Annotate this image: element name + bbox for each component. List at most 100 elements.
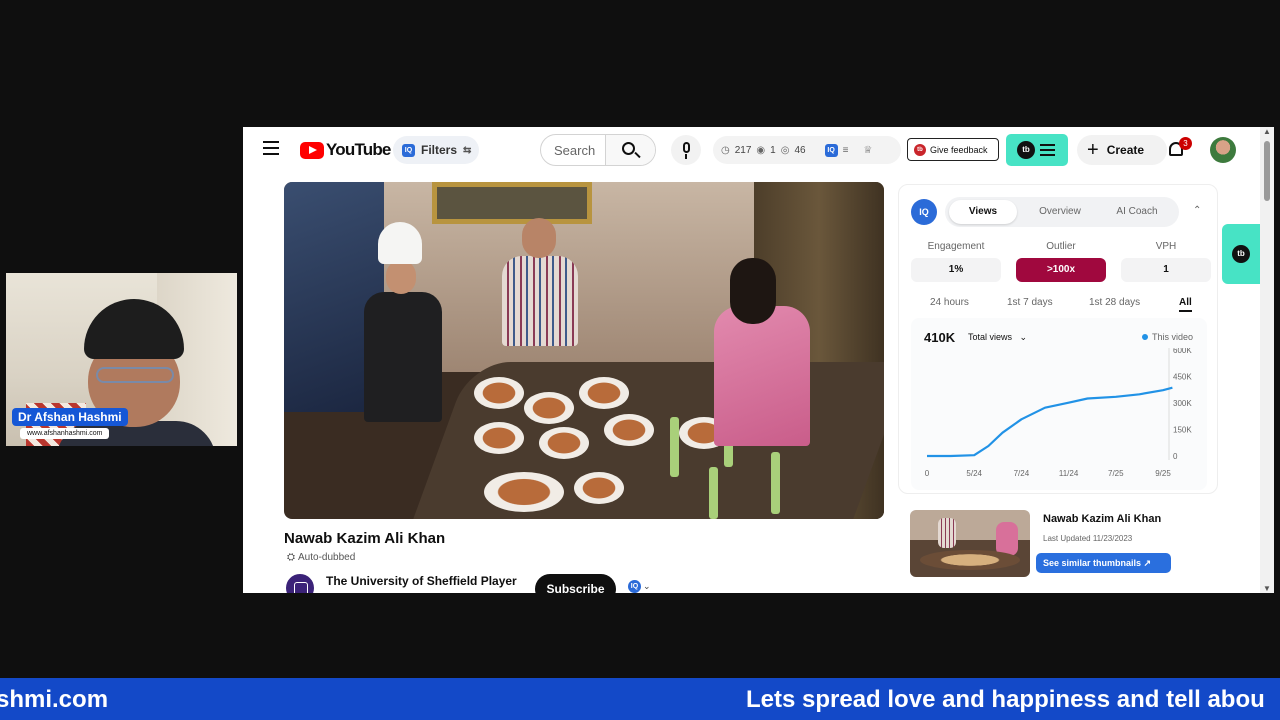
y-tick-label: 600K <box>1173 348 1192 355</box>
scene-woman <box>714 258 814 458</box>
youtube-header: YouTube IQ Filters ⇆ Search ◷ 217 ◉ 1 ◎ … <box>243 127 1260 173</box>
voice-search-button[interactable] <box>671 135 701 165</box>
create-button[interactable]: + Create <box>1077 135 1167 165</box>
y-tick-label: 300K <box>1173 399 1192 408</box>
give-feedback-button[interactable]: tb Give feedback <box>907 138 999 161</box>
metric-value-outlier: >100x <box>1016 258 1106 282</box>
x-tick-label: 9/25 <box>1155 469 1171 478</box>
auto-dubbed-text: Auto-dubbed <box>298 552 356 563</box>
candle <box>771 452 780 514</box>
account-avatar[interactable] <box>1210 137 1236 163</box>
panel-tabs: Views Overview AI Coach <box>945 197 1179 227</box>
clock-icon: ◷ <box>721 144 730 156</box>
feedback-logo-icon: tb <box>914 143 926 156</box>
notification-badge: 3 <box>1179 137 1192 150</box>
x-tick-label: 7/24 <box>1014 469 1030 478</box>
iq-icon: IQ <box>628 580 641 593</box>
x-tick-label: 0 <box>925 469 930 478</box>
scroll-down-arrow-icon[interactable]: ▼ <box>1263 584 1271 593</box>
dish <box>539 427 589 459</box>
search-input[interactable]: Search <box>541 135 605 165</box>
tab-overview[interactable]: Overview <box>1025 200 1095 224</box>
similar-updated: Last Updated 11/23/2023 <box>1043 534 1133 543</box>
dish <box>574 472 624 504</box>
scrollbar-thumb[interactable] <box>1264 141 1270 201</box>
range-first-28-days[interactable]: 1st 28 days <box>1089 297 1140 308</box>
dish <box>474 377 524 409</box>
youtube-logo[interactable]: YouTube <box>300 139 391 161</box>
give-feedback-label: Give feedback <box>930 144 988 155</box>
channel-avatar[interactable] <box>284 572 316 593</box>
tubebuddy-icon: tb <box>1017 141 1035 159</box>
channel-name[interactable]: The University of Sheffield Player <box>326 574 517 588</box>
tab-views[interactable]: Views <box>949 200 1017 224</box>
presenter-glasses <box>96 367 174 383</box>
dub-icon: ⛭ <box>287 552 295 563</box>
auto-dubbed-label: ⛭ Auto-dubbed <box>287 552 355 563</box>
filters-label: Filters <box>421 143 458 157</box>
y-tick-label: 150K <box>1173 426 1192 435</box>
subscribe-button[interactable]: Subscribe <box>535 574 616 593</box>
range-24-hours[interactable]: 24 hours <box>930 297 969 308</box>
scroll-up-arrow-icon[interactable]: ▲ <box>1263 127 1271 136</box>
youtube-logo-text: YouTube <box>326 140 391 159</box>
iq-icon: IQ <box>402 143 415 157</box>
video-player[interactable] <box>284 182 884 519</box>
dish <box>604 414 654 446</box>
trophy-icon: ♕ <box>863 144 873 156</box>
candle <box>670 417 679 477</box>
vidiq-stats-bar[interactable]: ◷ 217 ◉ 1 ◎ 46 IQ ≡ ♕ <box>713 136 901 164</box>
metric-label-vph: VPH <box>1155 241 1177 252</box>
series-line-this-video <box>927 386 1173 458</box>
search-icon <box>622 142 635 155</box>
create-label: Create <box>1106 143 1145 157</box>
sliders-icon: ⇆ <box>463 144 472 156</box>
tubebuddy-side-tab[interactable]: tb <box>1222 224 1260 284</box>
metric-select-label: Total views <box>968 332 1013 342</box>
chevron-up-icon[interactable]: ⌃ <box>1193 205 1201 216</box>
metric-label-outlier: Outlier <box>1046 241 1076 252</box>
tubebuddy-menu-button[interactable]: tb <box>1006 134 1068 166</box>
total-views-value: 410K <box>924 330 956 345</box>
similar-title: Nawab Kazim Ali Khan <box>1043 513 1162 525</box>
presenter-cap <box>84 299 184 359</box>
metric-value-vph: 1 <box>1121 258 1211 282</box>
plus-icon: + <box>1087 139 1099 161</box>
notifications-button[interactable]: 3 <box>1167 137 1197 163</box>
search-button[interactable] <box>605 135 655 165</box>
eye-icon: ◎ <box>780 144 790 156</box>
range-first-7-days[interactable]: 1st 7 days <box>1007 297 1053 308</box>
list-icon: ≡ <box>842 144 849 156</box>
stat-clock: 217 <box>734 144 752 156</box>
iq-icon: IQ <box>824 143 838 157</box>
news-ticker: shmi.com Lets spread love and happiness … <box>0 678 1280 720</box>
youtube-play-icon <box>300 141 324 159</box>
see-similar-thumbnails-button[interactable]: See similar thumbnails ↗ <box>1036 553 1171 573</box>
vidiq-channel-dropdown[interactable]: IQ ⌄ <box>628 580 651 593</box>
chevron-down-icon: ⌄ <box>1014 332 1028 342</box>
microphone-icon <box>683 142 690 153</box>
stream-canvas: Dr Afshan Hashmi www.afshanhashmi.com Yo… <box>0 0 1280 720</box>
x-tick-label: 11/24 <box>1059 469 1079 478</box>
menu-icon[interactable] <box>263 141 279 155</box>
metric-select[interactable]: Total views ⌄ <box>968 332 1027 343</box>
y-tick-label: 0 <box>1173 452 1178 461</box>
presenter-nameplate: Dr Afshan Hashmi <box>12 408 128 426</box>
dish <box>484 472 564 512</box>
candle <box>709 467 718 519</box>
hamburger-icon <box>1040 144 1055 159</box>
page-scrollbar[interactable]: ▲ ▼ <box>1260 127 1274 593</box>
views-chart: 410K Total views ⌄ This video 600K 450K 30… <box>911 318 1207 490</box>
filters-button[interactable]: IQ Filters ⇆ <box>393 136 479 164</box>
ticker-text-right: Lets spread love and happiness and tell … <box>746 686 1265 713</box>
chart-legend: This video <box>1141 332 1193 342</box>
iq-logo-icon: IQ <box>911 199 937 225</box>
chevron-down-icon: ⌄ <box>643 581 651 591</box>
range-all[interactable]: All <box>1179 297 1192 312</box>
scene-chef <box>362 222 442 482</box>
views-chart-svg: 600K 450K 300K 150K 0 0 5/24 7/24 11/24 7/25 9/25 <box>925 348 1192 478</box>
similar-thumbnail[interactable] <box>910 510 1030 577</box>
tab-ai-coach[interactable]: AI Coach <box>1101 200 1173 224</box>
search-box: Search <box>540 134 656 166</box>
video-title: Nawab Kazim Ali Khan <box>284 530 446 547</box>
